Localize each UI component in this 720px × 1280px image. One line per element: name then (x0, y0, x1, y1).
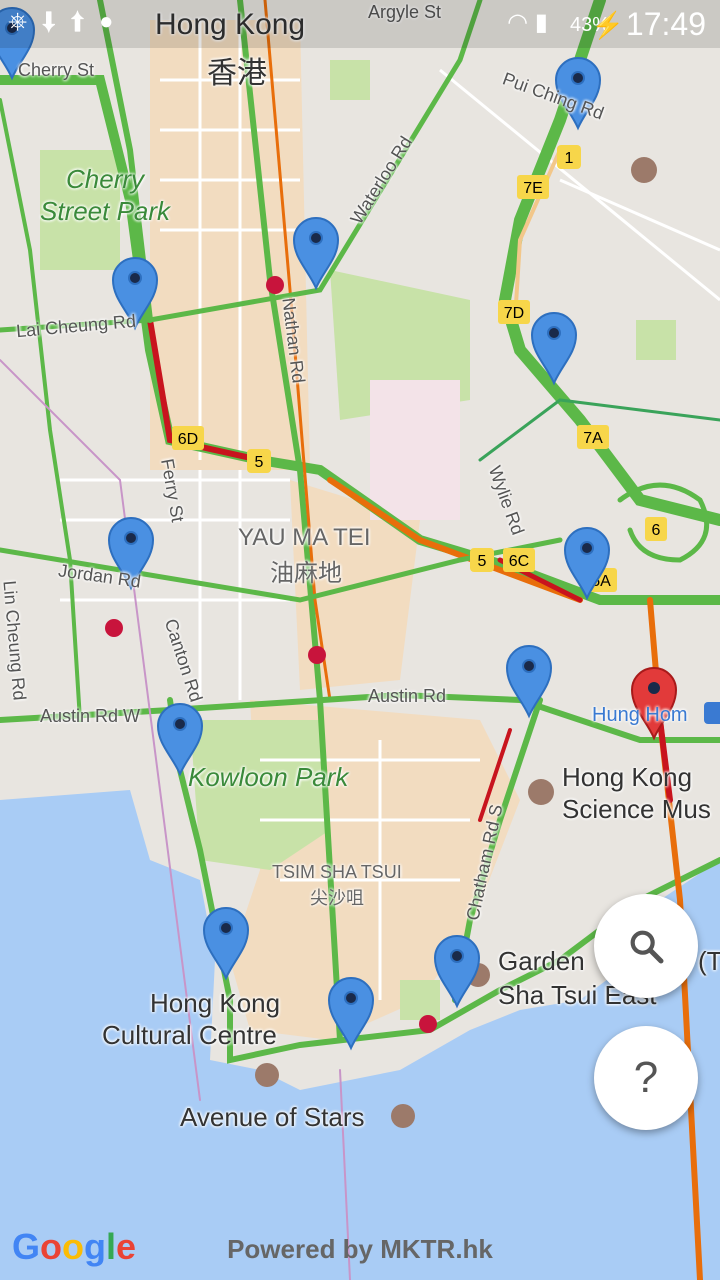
park-label-cherry-street-park-2: Street Park (40, 196, 171, 226)
svg-text:6D: 6D (178, 431, 198, 448)
svg-text:7E: 7E (523, 180, 543, 197)
camera-icon-avenue (391, 1104, 415, 1128)
park-small-1 (636, 320, 676, 360)
street-label-austin-rd: Austin Rd (368, 686, 447, 706)
museum-icon (528, 779, 554, 805)
search-icon (630, 930, 664, 964)
svg-text:6C: 6C (509, 553, 529, 570)
school-icon (631, 157, 657, 183)
svg-text:7D: 7D (504, 305, 524, 322)
download-icon: ⬇ (41, 8, 71, 35)
svg-text:5: 5 (255, 454, 264, 471)
park-label-cherry-street-park: Cherry (66, 164, 145, 194)
poi-label-garden-suffix: (T (698, 946, 720, 976)
route-shield-7d: 7D (498, 300, 530, 324)
wifi-icon: ◠ (507, 9, 529, 36)
district-label-tsim-sha-tsui: TSIM SHA TSUI (272, 862, 402, 882)
route-shield-7a: 7A (577, 425, 609, 449)
route-shield-6d: 6D (172, 426, 204, 450)
district-label-tsim-sha-tsui-zh: 尖沙咀 (310, 888, 364, 908)
status-right-icons: ◠ ▮ (507, 8, 548, 37)
place-label-hong-kong-zh: 香港 (207, 57, 267, 90)
svg-text:7A: 7A (583, 430, 603, 447)
battery-charging-icon: ⚡ (591, 10, 624, 40)
svg-text:6: 6 (652, 522, 661, 539)
powered-by-text: Powered by MKTR.hk (227, 1234, 493, 1264)
train-icon (704, 702, 720, 724)
place-label-hung-hom: Hung Hom (592, 704, 688, 726)
park-small-2 (330, 60, 370, 100)
notification-icon: ● (98, 8, 128, 35)
route-shield-1: 1 (557, 145, 581, 169)
poi-label-garden: Garden (498, 946, 585, 976)
park-label-kowloon-park: Kowloon Park (188, 762, 349, 792)
route-shield-5a: 5 (470, 548, 494, 572)
status-left-icons: ⎈⬇⬆● (8, 8, 127, 36)
help-button[interactable]: ? (594, 1026, 698, 1130)
street-label-austin-rd-w: Austin Rd W (40, 706, 141, 726)
route-shield-6: 6 (645, 517, 667, 541)
park-small-3 (400, 980, 440, 1020)
district-label-yau-ma-tei: YAU MA TEI (238, 524, 371, 551)
poi-label-hk-cultural-centre-2: Cultural Centre (102, 1020, 277, 1050)
poi-label-hk-science-museum-2: Science Mus (562, 794, 711, 824)
upload-icon: ⬆ (70, 8, 99, 35)
route-shield-5b: 5 (247, 449, 271, 473)
clock: 17:49 (625, 6, 706, 42)
poi-label-avenue-of-stars: Avenue of Stars (180, 1102, 365, 1132)
poi-label-hk-science-museum: Hong Kong (562, 762, 693, 792)
svg-text:1: 1 (565, 150, 574, 167)
svg-text:5: 5 (478, 553, 487, 570)
street-label-cherry-st: Cherry St (18, 60, 95, 80)
hospital-area (370, 380, 460, 520)
status-bar: ⎈⬇⬆● ◠ ▮ 43% ⚡ 17:49 (0, 0, 720, 48)
help-label: ? (633, 1053, 659, 1102)
signal-icon: ▮ (534, 9, 548, 36)
district-label-yau-ma-tei-zh: 油麻地 (270, 560, 342, 587)
poi-label-hk-cultural-centre: Hong Kong (150, 988, 281, 1018)
usb-icon: ⎈ (8, 8, 42, 35)
search-button[interactable] (594, 894, 698, 998)
route-shield-7e: 7E (517, 175, 549, 199)
music-icon (255, 1063, 279, 1087)
route-shield-6c: 6C (503, 548, 535, 572)
